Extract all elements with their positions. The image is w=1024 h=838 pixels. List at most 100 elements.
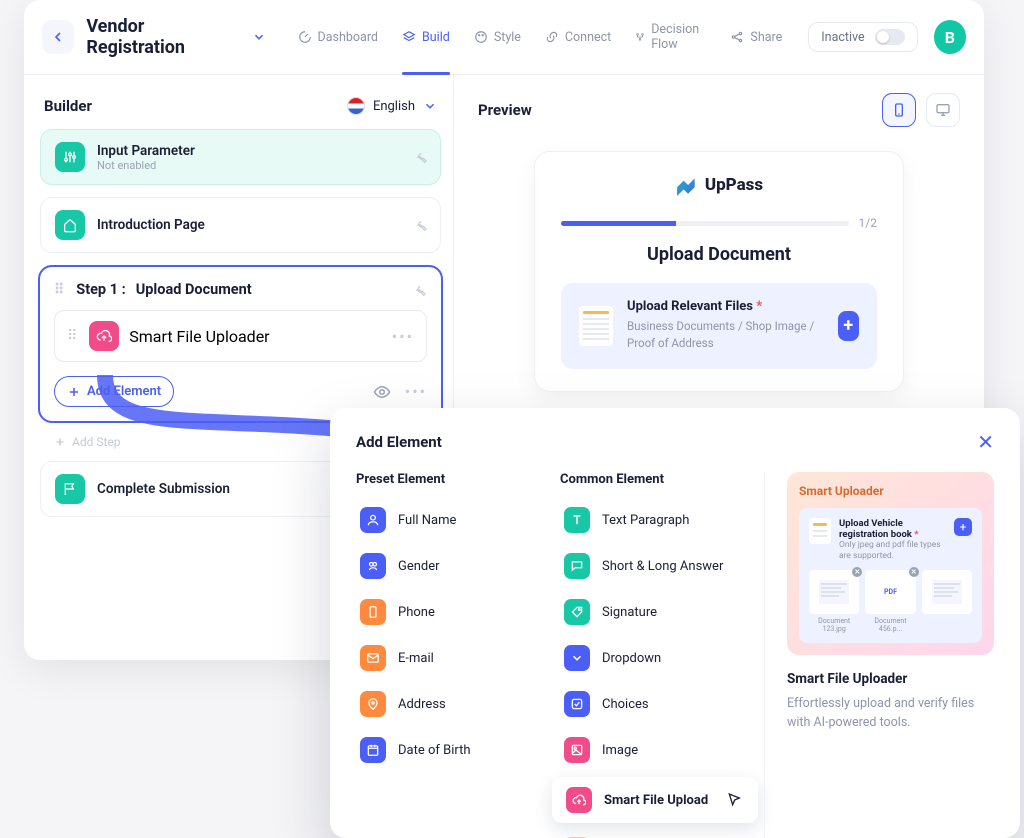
thumbnail: ✕ PDF (865, 570, 915, 614)
tab-share[interactable]: Share (720, 14, 792, 60)
drag-handle-icon[interactable]: ⠿ (67, 328, 79, 344)
language-selector[interactable]: English (347, 97, 437, 115)
chevron-down-icon (564, 645, 590, 671)
uppass-icon (675, 174, 697, 196)
preset-gender[interactable]: Gender (356, 547, 536, 585)
upload-files-card: Upload Relevant Files * Business Documen… (561, 283, 877, 369)
plus-icon (54, 436, 66, 448)
phone-icon (360, 599, 386, 625)
checkbox-icon (564, 691, 590, 717)
add-file-button[interactable]: + (838, 311, 859, 341)
preview-device: UpPass 1/2 Upload Document Upload Releva… (534, 151, 904, 392)
close-button[interactable]: ✕ (977, 430, 994, 454)
title-dropdown[interactable] (252, 30, 266, 44)
element-smart-file-uploader[interactable]: ⠿ Smart File Uploader ••• (54, 310, 427, 362)
common-text-paragraph[interactable]: Text Paragraph (560, 501, 740, 539)
tab-dashboard[interactable]: Dashboard (288, 14, 388, 60)
share-icon (730, 30, 744, 44)
device-desktop-tab[interactable] (926, 93, 960, 127)
gauge-icon (298, 30, 312, 44)
drag-handle-icon[interactable]: ⠿ (54, 282, 66, 298)
nav-tabs: Dashboard Build Style Connect Decision F… (288, 14, 793, 60)
common-short-long-answer[interactable]: Short & Long Answer (560, 547, 740, 585)
back-button[interactable] (42, 20, 74, 54)
palette-icon (474, 30, 488, 44)
input-parameter-card[interactable]: Input Parameter Not enabled (40, 129, 441, 185)
device-mobile-tab[interactable] (882, 93, 916, 127)
wrench-icon[interactable] (411, 282, 427, 298)
tab-style[interactable]: Style (464, 14, 531, 60)
step-card[interactable]: ⠿ Step 1 : Upload Document ⠿ Smart File … (38, 265, 443, 423)
page-title: Vendor Registration (86, 16, 239, 58)
eye-icon[interactable] (373, 383, 391, 401)
info-column: Smart Uploader Upload Vehicle registrati… (764, 472, 994, 838)
avatar[interactable]: B (934, 20, 966, 54)
step-title: Upload Document (136, 281, 252, 298)
calendar-icon (360, 737, 386, 763)
common-signature[interactable]: Signature (560, 593, 740, 631)
desktop-icon (935, 102, 951, 118)
required-asterisk: * (756, 299, 762, 314)
add-element-modal: Add Element ✕ Preset Element Full Name G… (330, 408, 1020, 838)
topbar: Vendor Registration Dashboard Build Styl… (24, 0, 984, 75)
status-label: Inactive (821, 30, 864, 45)
document-icon (809, 518, 831, 544)
tab-connect[interactable]: Connect (535, 14, 621, 60)
tag-icon (564, 599, 590, 625)
toggle-switch[interactable] (875, 29, 905, 45)
common-smart-file-upload[interactable]: Smart File Upload (552, 777, 758, 823)
gender-icon (360, 553, 386, 579)
status-toggle[interactable]: Inactive (808, 22, 917, 52)
tab-decision-flow[interactable]: Decision Flow (625, 14, 716, 60)
common-image[interactable]: Image (560, 731, 740, 769)
wrench-icon[interactable] (412, 217, 428, 233)
cursor-icon (726, 792, 742, 808)
progress-bar: 1/2 (561, 216, 877, 230)
thumbnail: ✕ (809, 570, 859, 614)
chat-icon (564, 553, 590, 579)
preset-phone[interactable]: Phone (356, 593, 536, 631)
sliders-icon (55, 142, 85, 172)
common-dropdown[interactable]: Dropdown (560, 639, 740, 677)
tab-build[interactable]: Build (392, 14, 460, 60)
us-flag-icon (347, 97, 365, 115)
plus-icon (67, 385, 81, 399)
preset-address[interactable]: Address (356, 685, 536, 723)
chevron-down-icon (252, 30, 266, 44)
preset-column: Preset Element Full Name Gender Phone E-… (356, 472, 536, 838)
chevron-down-icon (423, 99, 437, 113)
remove-thumb-icon[interactable]: ✕ (909, 567, 919, 577)
upload-cloud-icon (566, 787, 592, 813)
more-icon[interactable]: ••• (392, 327, 414, 346)
add-mini-button[interactable]: + (954, 518, 972, 536)
layers-icon (402, 30, 416, 44)
brand-logo: UpPass (561, 174, 877, 196)
document-icon (579, 306, 613, 346)
common-date[interactable]: Date (560, 831, 740, 838)
thumbnail (922, 570, 972, 614)
add-element-button[interactable]: Add Element (54, 376, 174, 407)
promo-card: Smart Uploader Upload Vehicle registrati… (787, 472, 994, 655)
home-icon (55, 210, 85, 240)
introduction-page-card[interactable]: Introduction Page (40, 197, 441, 253)
person-icon (360, 507, 386, 533)
builder-title: Builder (44, 97, 92, 115)
pin-icon (360, 691, 386, 717)
preset-email[interactable]: E-mail (356, 639, 536, 677)
branch-icon (635, 30, 645, 44)
mobile-icon (891, 102, 907, 118)
remove-thumb-icon[interactable]: ✕ (852, 567, 862, 577)
flag-icon (55, 474, 85, 504)
common-column: Common Element Text Paragraph Short & Lo… (560, 472, 740, 838)
arrow-left-icon (50, 29, 66, 45)
info-description: Effortlessly upload and verify files wit… (787, 695, 994, 733)
step-label: Step 1 : (76, 281, 125, 298)
preset-dob[interactable]: Date of Birth (356, 731, 536, 769)
upload-cloud-icon (89, 321, 119, 351)
text-icon (564, 507, 590, 533)
more-icon[interactable]: ••• (405, 382, 427, 401)
wrench-icon[interactable] (412, 149, 428, 165)
common-choices[interactable]: Choices (560, 685, 740, 723)
preset-full-name[interactable]: Full Name (356, 501, 536, 539)
image-icon (564, 737, 590, 763)
